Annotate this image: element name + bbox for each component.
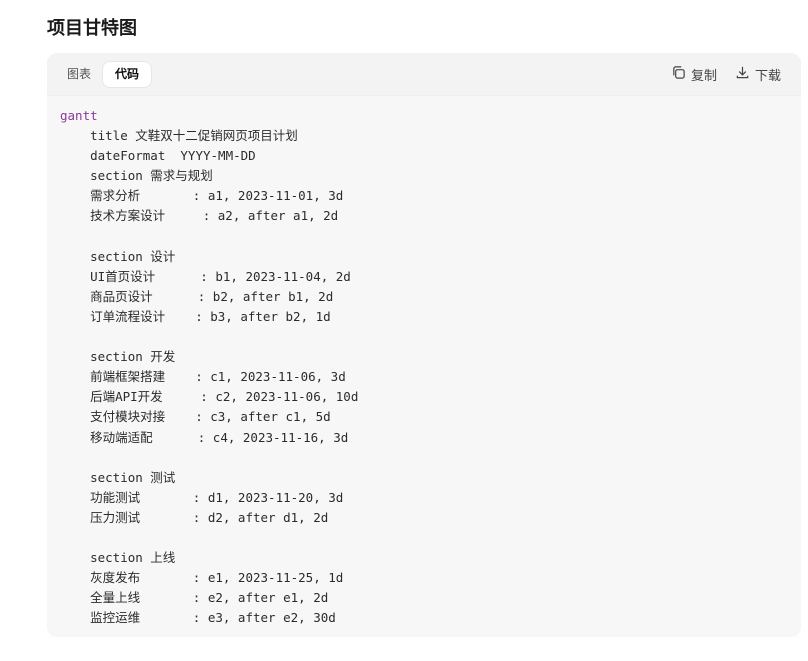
code-line: 商品页设计 : b2, after b1, 2d [60,288,334,304]
code-line: 移动端适配 : c4, 2023-11-16, 3d [60,429,349,445]
code-line: 灰度发布 : e1, 2023-11-25, 1d [60,570,344,586]
code-line: dateFormat YYYY-MM-DD [60,148,256,164]
code-card: 图表 代码 复制 下载 gantt title 文鞋双十二促销网页项目计划 da… [47,53,801,637]
code-card-header: 图表 代码 复制 下载 [47,53,801,96]
code-line: 监控运维 : e3, after e2, 30d [60,610,336,626]
code-line: section 需求与规划 [60,168,213,184]
code-line: 全量上线 : e2, after e1, 2d [60,590,329,606]
code-line: 压力测试 : d2, after d1, 2d [60,509,329,525]
download-icon [735,65,750,84]
code-actions: 复制 下载 [671,65,781,84]
tab-code[interactable]: 代码 [103,62,152,87]
code-line: section 设计 [60,248,176,264]
code-block: gantt title 文鞋双十二促销网页项目计划 dateFormat YYY… [60,106,791,628]
copy-label: 复制 [690,69,717,84]
copy-button[interactable]: 复制 [671,65,717,84]
code-line: 后端API开发 : c2, 2023-11-06, 10d [60,389,359,405]
code-line: 需求分析 : a1, 2023-11-01, 3d [60,188,344,204]
code-line: section 上线 [60,550,176,566]
code-line: 支付模块对接 : c3, after c1, 5d [60,409,331,425]
code-line: section 开发 [60,349,176,365]
code-line: 前端框架搭建 : c1, 2023-11-06, 3d [60,369,346,385]
copy-icon [671,65,686,84]
code-line: section 测试 [60,469,176,485]
code-line: gantt [60,108,98,123]
code-line: 功能测试 : d1, 2023-11-20, 3d [60,489,344,505]
page-title: 项目甘特图 [47,18,137,39]
download-label: 下载 [754,69,781,84]
code-line: 技术方案设计 : a2, after a1, 2d [60,208,339,224]
download-button[interactable]: 下载 [735,65,781,84]
code-line: title 文鞋双十二促销网页项目计划 [60,128,298,144]
tab-chart[interactable]: 图表 [55,62,103,87]
code-line: UI首页设计 : b1, 2023-11-04, 2d [60,268,351,284]
code-line: 订单流程设计 : b3, after b2, 1d [60,308,331,324]
view-tab-group: 图表 代码 [55,61,152,88]
